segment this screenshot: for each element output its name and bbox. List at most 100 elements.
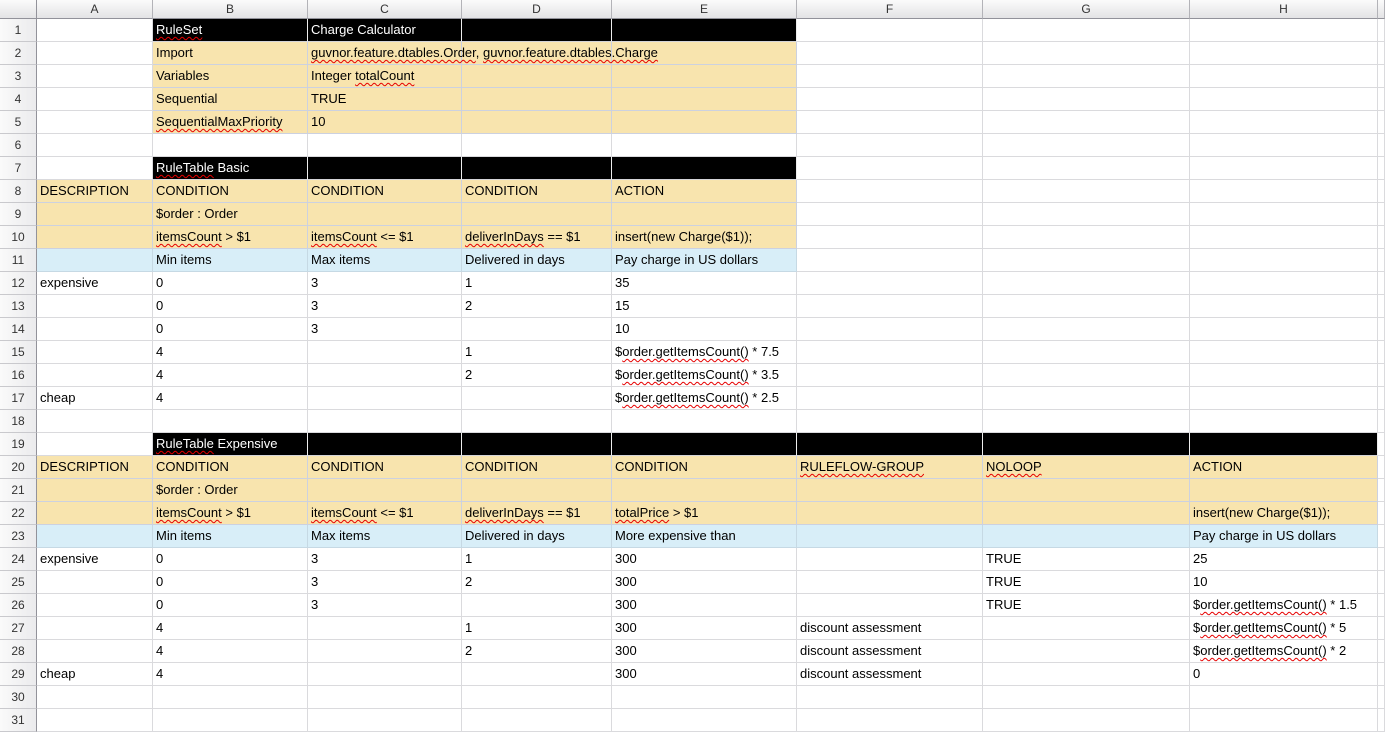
cell-B19[interactable]: RuleTable Expensive [153,433,308,456]
cell-B7[interactable]: RuleTable Basic [153,157,308,180]
cell-E14[interactable]: 10 [612,318,797,341]
cell-H4[interactable] [1190,88,1378,111]
cell-F7[interactable] [797,157,983,180]
cell-C22[interactable]: itemsCount <= $1 [308,502,462,525]
column-header-A[interactable]: A [37,0,153,19]
cell-A12[interactable]: expensive [37,272,153,295]
cell-B3[interactable]: Variables [153,65,308,88]
row-header-29[interactable]: 29 [0,663,37,686]
cell-I9[interactable] [1378,203,1385,226]
cell-E30[interactable] [612,686,797,709]
cell-E20[interactable]: CONDITION [612,456,797,479]
cell-G19[interactable] [983,433,1190,456]
cell-I14[interactable] [1378,318,1385,341]
cell-D7[interactable] [462,157,612,180]
cell-B24[interactable]: 0 [153,548,308,571]
cell-A13[interactable] [37,295,153,318]
cell-F27[interactable]: discount assessment [797,617,983,640]
cell-I19[interactable] [1378,433,1385,456]
cell-E15[interactable]: $order.getItemsCount() * 7.5 [612,341,797,364]
cell-A9[interactable] [37,203,153,226]
cell-A10[interactable] [37,226,153,249]
cell-B28[interactable]: 4 [153,640,308,663]
cell-A7[interactable] [37,157,153,180]
cell-F5[interactable] [797,111,983,134]
cell-B23[interactable]: Min items [153,525,308,548]
cell-D19[interactable] [462,433,612,456]
cell-H13[interactable] [1190,295,1378,318]
cell-E7[interactable] [612,157,797,180]
cell-D12[interactable]: 1 [462,272,612,295]
cell-B9[interactable]: $order : Order [153,203,308,226]
cell-E18[interactable] [612,410,797,433]
cell-C5[interactable]: 10 [308,111,462,134]
cell-B18[interactable] [153,410,308,433]
cell-C18[interactable] [308,410,462,433]
cell-D3[interactable] [462,65,612,88]
cell-H5[interactable] [1190,111,1378,134]
cell-H12[interactable] [1190,272,1378,295]
cell-F15[interactable] [797,341,983,364]
cell-F16[interactable] [797,364,983,387]
cell-A6[interactable] [37,134,153,157]
cell-H24[interactable]: 25 [1190,548,1378,571]
cell-E13[interactable]: 15 [612,295,797,318]
cell-A27[interactable] [37,617,153,640]
row-header-24[interactable]: 24 [0,548,37,571]
cell-F28[interactable]: discount assessment [797,640,983,663]
row-header-23[interactable]: 23 [0,525,37,548]
cell-D30[interactable] [462,686,612,709]
cell-I1[interactable] [1378,19,1385,42]
cell-C31[interactable] [308,709,462,732]
cell-E4[interactable] [612,88,797,111]
cell-H15[interactable] [1190,341,1378,364]
cell-D29[interactable] [462,663,612,686]
cell-B31[interactable] [153,709,308,732]
cell-D31[interactable] [462,709,612,732]
cell-C11[interactable]: Max items [308,249,462,272]
cell-D14[interactable] [462,318,612,341]
cell-C21[interactable] [308,479,462,502]
cell-D8[interactable]: CONDITION [462,180,612,203]
cell-A17[interactable]: cheap [37,387,153,410]
cell-F13[interactable] [797,295,983,318]
cell-H25[interactable]: 10 [1190,571,1378,594]
cell-I28[interactable] [1378,640,1385,663]
cell-E12[interactable]: 35 [612,272,797,295]
cell-A18[interactable] [37,410,153,433]
cell-E1[interactable] [612,19,797,42]
cell-G1[interactable] [983,19,1190,42]
cell-F20[interactable]: RULEFLOW-GROUP [797,456,983,479]
cell-G13[interactable] [983,295,1190,318]
cell-G17[interactable] [983,387,1190,410]
cell-C28[interactable] [308,640,462,663]
cell-A3[interactable] [37,65,153,88]
cell-G3[interactable] [983,65,1190,88]
cell-F21[interactable] [797,479,983,502]
row-header-16[interactable]: 16 [0,364,37,387]
cell-E24[interactable]: 300 [612,548,797,571]
cell-E28[interactable]: 300 [612,640,797,663]
row-header-21[interactable]: 21 [0,479,37,502]
cell-C27[interactable] [308,617,462,640]
cell-G5[interactable] [983,111,1190,134]
cell-H27[interactable]: $order.getItemsCount() * 5 [1190,617,1378,640]
cell-A30[interactable] [37,686,153,709]
cell-G25[interactable]: TRUE [983,571,1190,594]
cell-B30[interactable] [153,686,308,709]
cell-E17[interactable]: $order.getItemsCount() * 2.5 [612,387,797,410]
cell-G8[interactable] [983,180,1190,203]
cell-F2[interactable] [797,42,983,65]
cell-D13[interactable]: 2 [462,295,612,318]
cell-B11[interactable]: Min items [153,249,308,272]
cell-A11[interactable] [37,249,153,272]
cell-I11[interactable] [1378,249,1385,272]
cell-F4[interactable] [797,88,983,111]
select-all-corner[interactable] [0,0,37,19]
cell-F26[interactable] [797,594,983,617]
cell-G11[interactable] [983,249,1190,272]
cell-H17[interactable] [1190,387,1378,410]
cell-B27[interactable]: 4 [153,617,308,640]
cell-C29[interactable] [308,663,462,686]
row-header-25[interactable]: 25 [0,571,37,594]
